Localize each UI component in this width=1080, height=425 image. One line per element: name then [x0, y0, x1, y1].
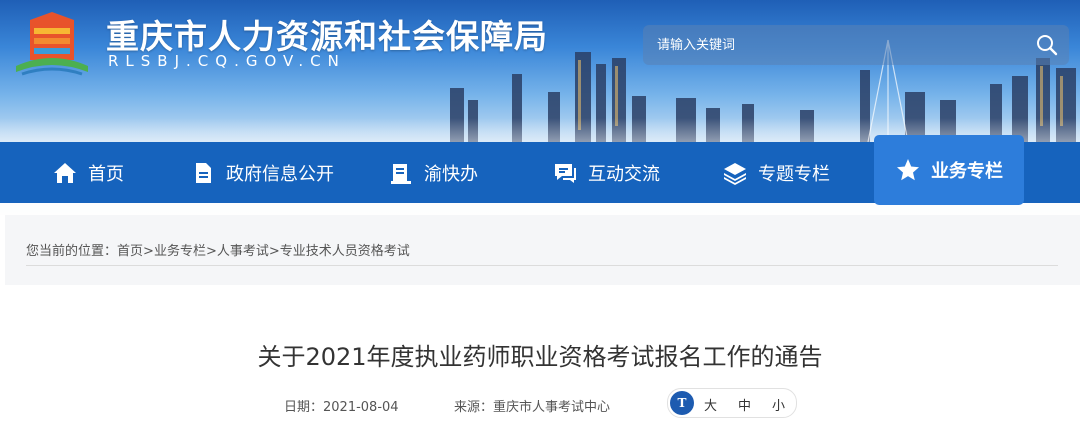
breadcrumb-separator: >	[205, 244, 217, 259]
nav-item-interaction[interactable]: 互动交流	[552, 142, 660, 203]
home-icon	[54, 162, 76, 183]
search-input[interactable]	[653, 33, 1031, 57]
layers-icon	[724, 162, 746, 185]
bureau-logo-icon	[16, 12, 88, 76]
nav-item-label: 专题专栏	[758, 163, 830, 185]
breadcrumb-separator: >	[143, 244, 154, 259]
breadcrumb-link-professional-exam[interactable]: 专业技术人员资格考试	[280, 244, 410, 259]
font-size-switcher: T 大 中 小	[667, 388, 797, 418]
nav-item-label: 互动交流	[588, 163, 660, 185]
nav-item-label: 首页	[88, 163, 124, 185]
nav-item-label: 政府信息公开	[226, 163, 334, 185]
nav-item-topics[interactable]: 专题专栏	[722, 142, 830, 203]
article-date: 日期：2021-08-04	[284, 400, 399, 415]
font-size-icon: T	[670, 391, 694, 415]
chat-icon	[555, 163, 576, 183]
site-domain: RLSBJ.CQ.GOV.CN	[108, 52, 346, 70]
nav-item-yukuaiban[interactable]: 渝快办	[388, 142, 478, 203]
breadcrumb-link-personnel-exam[interactable]: 人事考试	[217, 244, 269, 259]
search-box	[643, 25, 1069, 65]
breadcrumb-link-business[interactable]: 业务专栏	[154, 244, 206, 259]
article-title: 关于2021年度执业药师职业资格考试报名工作的通告	[257, 343, 823, 371]
nav-item-gov-info[interactable]: 政府信息公开	[190, 142, 334, 203]
font-size-small-button[interactable]: 小	[772, 395, 785, 414]
main-nav: 首页 政府信息公开 渝快办 互动交流 专题专栏 业务专栏	[0, 135, 1080, 205]
star-icon	[897, 159, 919, 181]
nav-item-business[interactable]: 业务专栏	[874, 135, 1024, 205]
article-source: 来源：重庆市人事考试中心	[454, 400, 611, 415]
breadcrumb-separator: >	[268, 244, 280, 259]
document-icon	[196, 162, 211, 183]
breadcrumb-prefix: 您当前的位置：	[26, 244, 118, 259]
breadcrumb: 您当前的位置：首页>业务专栏>人事考试>专业技术人员资格考试	[26, 240, 410, 259]
nav-item-label: 业务专栏	[931, 161, 1003, 182]
font-size-medium-button[interactable]: 中	[738, 395, 751, 414]
breadcrumb-link-home[interactable]: 首页	[117, 244, 143, 259]
breadcrumb-divider	[26, 265, 1058, 266]
nav-item-home[interactable]: 首页	[52, 142, 124, 203]
clipboard-icon	[391, 163, 411, 184]
search-icon[interactable]	[1035, 33, 1059, 57]
nav-item-label: 渝快办	[424, 163, 478, 185]
site-title: 重庆市人力资源和社会保障局	[106, 17, 548, 56]
font-size-large-button[interactable]: 大	[704, 395, 717, 414]
